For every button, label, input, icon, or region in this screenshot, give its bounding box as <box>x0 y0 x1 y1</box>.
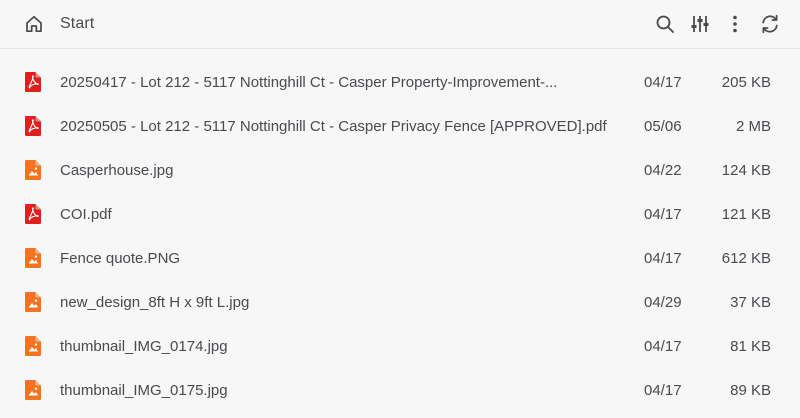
file-name: COI.pdf <box>60 205 112 223</box>
file-size: 205 KB <box>721 73 771 91</box>
file-size: 612 KB <box>721 249 771 267</box>
file-name: 20250417 - Lot 212 - 5117 Nottinghill Ct… <box>60 73 558 91</box>
file-row[interactable]: thumbnail_IMG_0174.jpg 04/17 81 KB <box>0 324 800 368</box>
image-file-icon <box>25 292 41 312</box>
file-date: 04/17 <box>644 249 682 267</box>
search-icon <box>656 15 674 33</box>
file-date: 04/17 <box>644 337 682 355</box>
file-name: thumbnail_IMG_0174.jpg <box>60 337 228 355</box>
pdf-file-icon <box>25 116 41 136</box>
image-file-icon <box>25 380 41 400</box>
file-size: 89 KB <box>730 381 771 399</box>
home-icon <box>26 15 42 33</box>
file-name: thumbnail_IMG_0175.jpg <box>60 381 228 399</box>
file-name: Fence quote.PNG <box>60 249 181 267</box>
file-row[interactable]: 20250505 - Lot 212 - 5117 Nottinghill Ct… <box>0 104 800 148</box>
file-row[interactable]: new_design_8ft H x 9ft L.jpg 04/29 37 KB <box>0 280 800 324</box>
file-name: Casperhouse.jpg <box>60 161 174 179</box>
file-date: 04/17 <box>644 205 682 223</box>
file-date: 04/17 <box>644 73 682 91</box>
image-file-icon <box>25 336 41 356</box>
file-name: new_design_8ft H x 9ft L.jpg <box>60 293 250 311</box>
file-size: 37 KB <box>730 293 771 311</box>
file-date: 04/17 <box>644 381 682 399</box>
file-row[interactable]: Casperhouse.jpg 04/22 124 KB <box>0 148 800 192</box>
breadcrumb[interactable]: Start <box>60 15 94 33</box>
filter-icon <box>691 16 709 32</box>
image-file-icon <box>25 248 41 268</box>
file-row[interactable]: COI.pdf 04/17 121 KB <box>0 192 800 236</box>
more-vertical-icon <box>733 15 737 33</box>
pdf-file-icon <box>25 204 41 224</box>
filter-button[interactable] <box>688 12 712 36</box>
image-file-icon <box>25 160 41 180</box>
search-button[interactable] <box>653 12 677 36</box>
file-name: 20250505 - Lot 212 - 5117 Nottinghill Ct… <box>60 117 607 135</box>
home-button[interactable] <box>23 13 45 35</box>
file-size: 121 KB <box>721 205 771 223</box>
file-date: 04/29 <box>644 293 682 311</box>
file-row[interactable]: thumbnail_IMG_0175.jpg 04/17 89 KB <box>0 368 800 412</box>
file-date: 04/22 <box>644 161 682 179</box>
file-size: 124 KB <box>721 161 771 179</box>
more-options-button[interactable] <box>723 12 747 36</box>
file-row[interactable]: 20250417 - Lot 212 - 5117 Nottinghill Ct… <box>0 60 800 104</box>
file-browser: Start 20250417 - Lot 212 - 5117 Nottingh… <box>0 0 800 418</box>
file-date: 05/06 <box>644 117 682 135</box>
refresh-button[interactable] <box>758 12 782 36</box>
pdf-file-icon <box>25 72 41 92</box>
file-row[interactable]: Fence quote.PNG 04/17 612 KB <box>0 236 800 280</box>
refresh-icon <box>762 14 778 34</box>
file-size: 2 MB <box>735 117 771 135</box>
toolbar: Start <box>0 0 800 49</box>
file-size: 81 KB <box>730 337 771 355</box>
file-list: 20250417 - Lot 212 - 5117 Nottinghill Ct… <box>0 49 800 412</box>
